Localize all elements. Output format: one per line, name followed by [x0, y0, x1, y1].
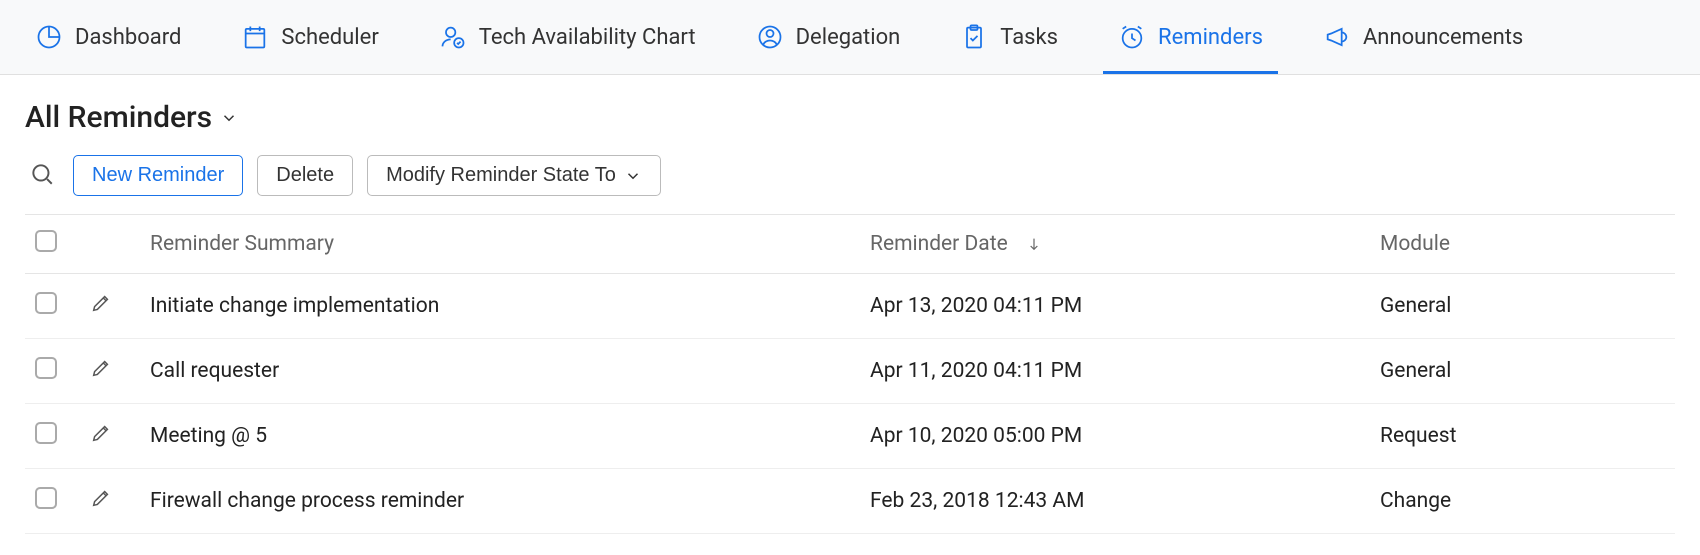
header-date-label: Reminder Date	[870, 232, 1008, 256]
nav-label: Reminders	[1158, 25, 1263, 50]
cell-summary[interactable]: Call requester	[140, 339, 860, 404]
edit-icon[interactable]	[90, 361, 112, 385]
page-title: All Reminders	[25, 100, 212, 135]
chevron-down-icon	[624, 167, 642, 185]
cell-date: Apr 11, 2020 04:11 PM	[860, 339, 1370, 404]
search-icon	[29, 175, 55, 190]
user-availability-icon	[439, 23, 467, 51]
chevron-down-icon	[220, 109, 238, 127]
edit-icon[interactable]	[90, 296, 112, 320]
edit-icon[interactable]	[90, 426, 112, 450]
pie-chart-icon	[35, 23, 63, 51]
nav-label: Dashboard	[75, 25, 181, 50]
megaphone-icon	[1323, 23, 1351, 51]
table-row: Meeting @ 5 Apr 10, 2020 05:00 PM Reques…	[25, 404, 1675, 469]
nav-label: Tech Availability Chart	[479, 25, 696, 50]
cell-module: General	[1370, 339, 1675, 404]
nav-reminders[interactable]: Reminders	[1113, 0, 1268, 74]
content-area: All Reminders New Reminder Delete Modify…	[0, 75, 1700, 534]
edit-icon[interactable]	[90, 491, 112, 515]
header-module[interactable]: Module	[1370, 215, 1675, 274]
row-checkbox[interactable]	[35, 487, 57, 509]
table-row: Call requester Apr 11, 2020 04:11 PM Gen…	[25, 339, 1675, 404]
new-reminder-button[interactable]: New Reminder	[73, 155, 243, 196]
cell-module: Change	[1370, 469, 1675, 534]
table-row: Firewall change process reminder Feb 23,…	[25, 469, 1675, 534]
top-nav: Dashboard Scheduler Tech Availability Ch…	[0, 0, 1700, 75]
clipboard-icon	[960, 23, 988, 51]
nav-tasks[interactable]: Tasks	[955, 0, 1063, 74]
cell-summary[interactable]: Meeting @ 5	[140, 404, 860, 469]
nav-label: Announcements	[1363, 25, 1523, 50]
delegate-icon	[756, 23, 784, 51]
alarm-clock-icon	[1118, 23, 1146, 51]
nav-delegation[interactable]: Delegation	[751, 0, 906, 74]
row-checkbox[interactable]	[35, 357, 57, 379]
select-all-checkbox[interactable]	[35, 230, 57, 252]
nav-announcements[interactable]: Announcements	[1318, 0, 1528, 74]
nav-label: Delegation	[796, 25, 901, 50]
modify-state-label: Modify Reminder State To	[386, 164, 616, 187]
calendar-icon	[241, 23, 269, 51]
cell-date: Apr 13, 2020 04:11 PM	[860, 274, 1370, 339]
cell-date: Apr 10, 2020 05:00 PM	[860, 404, 1370, 469]
search-button[interactable]	[25, 157, 59, 194]
row-checkbox[interactable]	[35, 422, 57, 444]
delete-button[interactable]: Delete	[257, 155, 353, 196]
sort-desc-icon	[1026, 236, 1042, 252]
page-title-dropdown[interactable]: All Reminders	[25, 100, 1675, 135]
nav-label: Tasks	[1000, 25, 1058, 50]
row-checkbox[interactable]	[35, 292, 57, 314]
nav-dashboard[interactable]: Dashboard	[30, 0, 186, 74]
nav-scheduler[interactable]: Scheduler	[236, 0, 383, 74]
cell-summary[interactable]: Initiate change implementation	[140, 274, 860, 339]
table-row: Initiate change implementation Apr 13, 2…	[25, 274, 1675, 339]
header-date[interactable]: Reminder Date	[860, 215, 1370, 274]
header-summary[interactable]: Reminder Summary	[140, 215, 860, 274]
nav-label: Scheduler	[281, 25, 378, 50]
cell-summary[interactable]: Firewall change process reminder	[140, 469, 860, 534]
cell-module: General	[1370, 274, 1675, 339]
cell-module: Request	[1370, 404, 1675, 469]
reminders-table: Reminder Summary Reminder Date Module In…	[25, 214, 1675, 534]
modify-state-dropdown[interactable]: Modify Reminder State To	[367, 155, 661, 196]
toolbar: New Reminder Delete Modify Reminder Stat…	[25, 155, 1675, 196]
nav-tech-availability[interactable]: Tech Availability Chart	[434, 0, 701, 74]
cell-date: Feb 23, 2018 12:43 AM	[860, 469, 1370, 534]
